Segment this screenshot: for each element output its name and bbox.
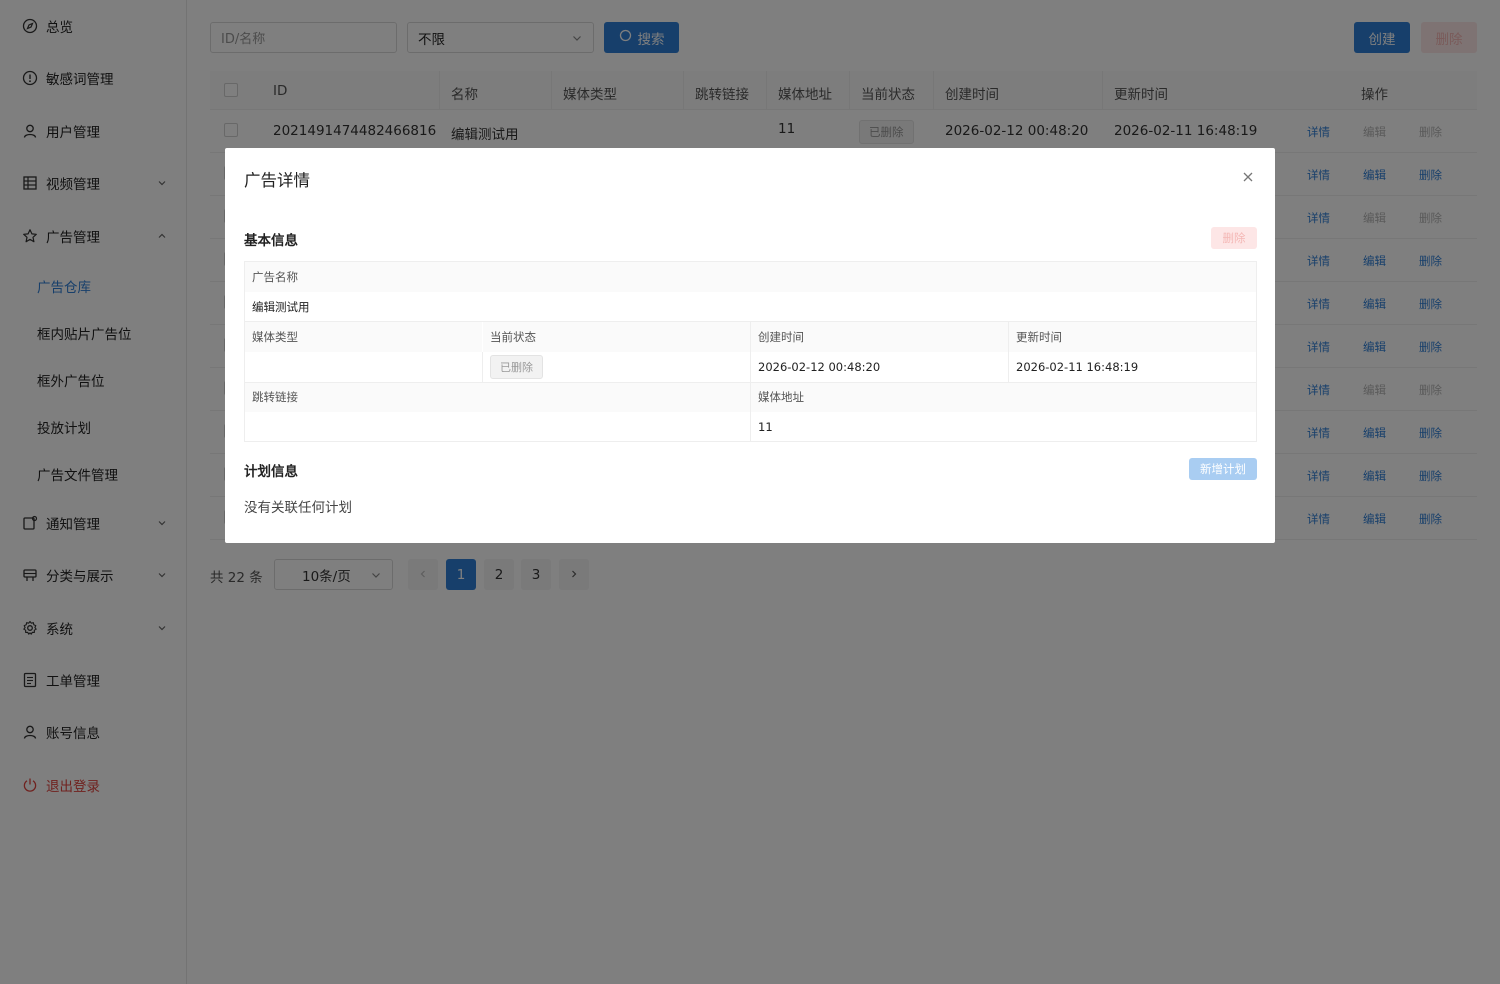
delete-ad-label: 删除 — [1222, 231, 1246, 245]
media-url-value: 11 — [751, 412, 1256, 441]
created-value: 2026-02-12 00:48:20 — [751, 352, 1008, 382]
status-label: 当前状态 — [483, 322, 750, 352]
name-label: 广告名称 — [245, 262, 1256, 292]
basic-info-heading: 基本信息 — [244, 233, 298, 249]
close-icon[interactable] — [1241, 170, 1255, 184]
divider — [1008, 322, 1009, 382]
plan-info-heading: 计划信息 — [244, 464, 298, 480]
updated-value: 2026-02-11 16:48:19 — [1009, 352, 1256, 382]
divider — [482, 352, 483, 382]
status-badge: 已删除 — [490, 355, 543, 379]
name-value: 编辑测试用 — [245, 292, 1256, 322]
add-plan-button[interactable]: 新增计划 — [1189, 458, 1257, 480]
created-label: 创建时间 — [751, 322, 1008, 352]
media-type-label: 媒体类型 — [245, 322, 482, 352]
divider — [750, 322, 751, 441]
delete-ad-button[interactable]: 删除 — [1211, 227, 1257, 249]
media-type-value — [245, 352, 482, 382]
ad-detail-dialog: 广告详情 基本信息 删除 广告名称 编辑测试用 媒体类型 当前状态 创建时间 更… — [225, 148, 1275, 543]
link-label: 跳转链接 — [245, 382, 750, 412]
link-value — [245, 412, 750, 441]
add-plan-label: 新增计划 — [1200, 462, 1246, 476]
media-url-label: 媒体地址 — [751, 382, 1256, 412]
updated-label: 更新时间 — [1009, 322, 1256, 352]
basic-info-table: 广告名称 编辑测试用 媒体类型 当前状态 创建时间 更新时间 已删除 2026-… — [244, 261, 1257, 442]
dialog-title: 广告详情 — [244, 171, 310, 190]
status-value: 已删除 — [483, 352, 750, 382]
empty-plan-text: 没有关联任何计划 — [244, 500, 352, 516]
